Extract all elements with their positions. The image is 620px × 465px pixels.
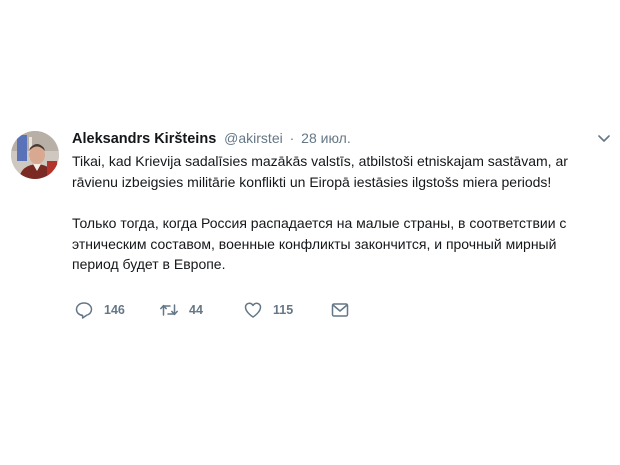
timestamp[interactable]: 28 июл. (301, 130, 351, 146)
direct-message-button[interactable] (330, 299, 350, 321)
tweet-actions: 146 44 115 (72, 299, 372, 321)
reply-count: 146 (104, 303, 125, 317)
separator-dot: · (289, 130, 295, 146)
tweet-text-russian: Только тогда, когда Россия распадается н… (72, 213, 612, 275)
retweet-icon (160, 304, 178, 316)
reply-icon (75, 302, 93, 319)
tweet-header: Aleksandrs Kiršteins @akirstei · 28 июл. (72, 128, 351, 148)
author-name[interactable]: Aleksandrs Kiršteins (72, 131, 216, 147)
like-button[interactable]: 115 (243, 299, 293, 321)
reply-button[interactable]: 146 (74, 299, 125, 321)
tweet-text-latvian: Tikai, kad Krievija sadalīsies mazākās v… (72, 151, 612, 192)
retweet-button[interactable]: 44 (159, 299, 203, 321)
envelope-icon (331, 303, 349, 317)
avatar[interactable] (11, 131, 59, 179)
heart-icon (244, 302, 262, 318)
tweet-text-line: Только тогда, когда Россия распадается н… (72, 215, 567, 231)
chevron-down-icon[interactable] (597, 134, 611, 144)
tweet: Aleksandrs Kiršteins @akirstei · 28 июл.… (0, 0, 620, 465)
retweet-count: 44 (189, 303, 203, 317)
tweet-text-line: rāvienu izbeigsies militārie konflikti u… (72, 173, 552, 190)
avatar-image (11, 131, 59, 179)
tweet-text-line: период будет в Европе. (72, 256, 226, 272)
tweet-text-line: Tikai, kad Krievija sadalīsies mazākās v… (72, 153, 568, 169)
tweet-text-line: этническим составом, военные конфликты з… (72, 235, 557, 252)
like-count: 115 (273, 303, 294, 317)
author-handle[interactable]: @akirstei (224, 130, 283, 146)
